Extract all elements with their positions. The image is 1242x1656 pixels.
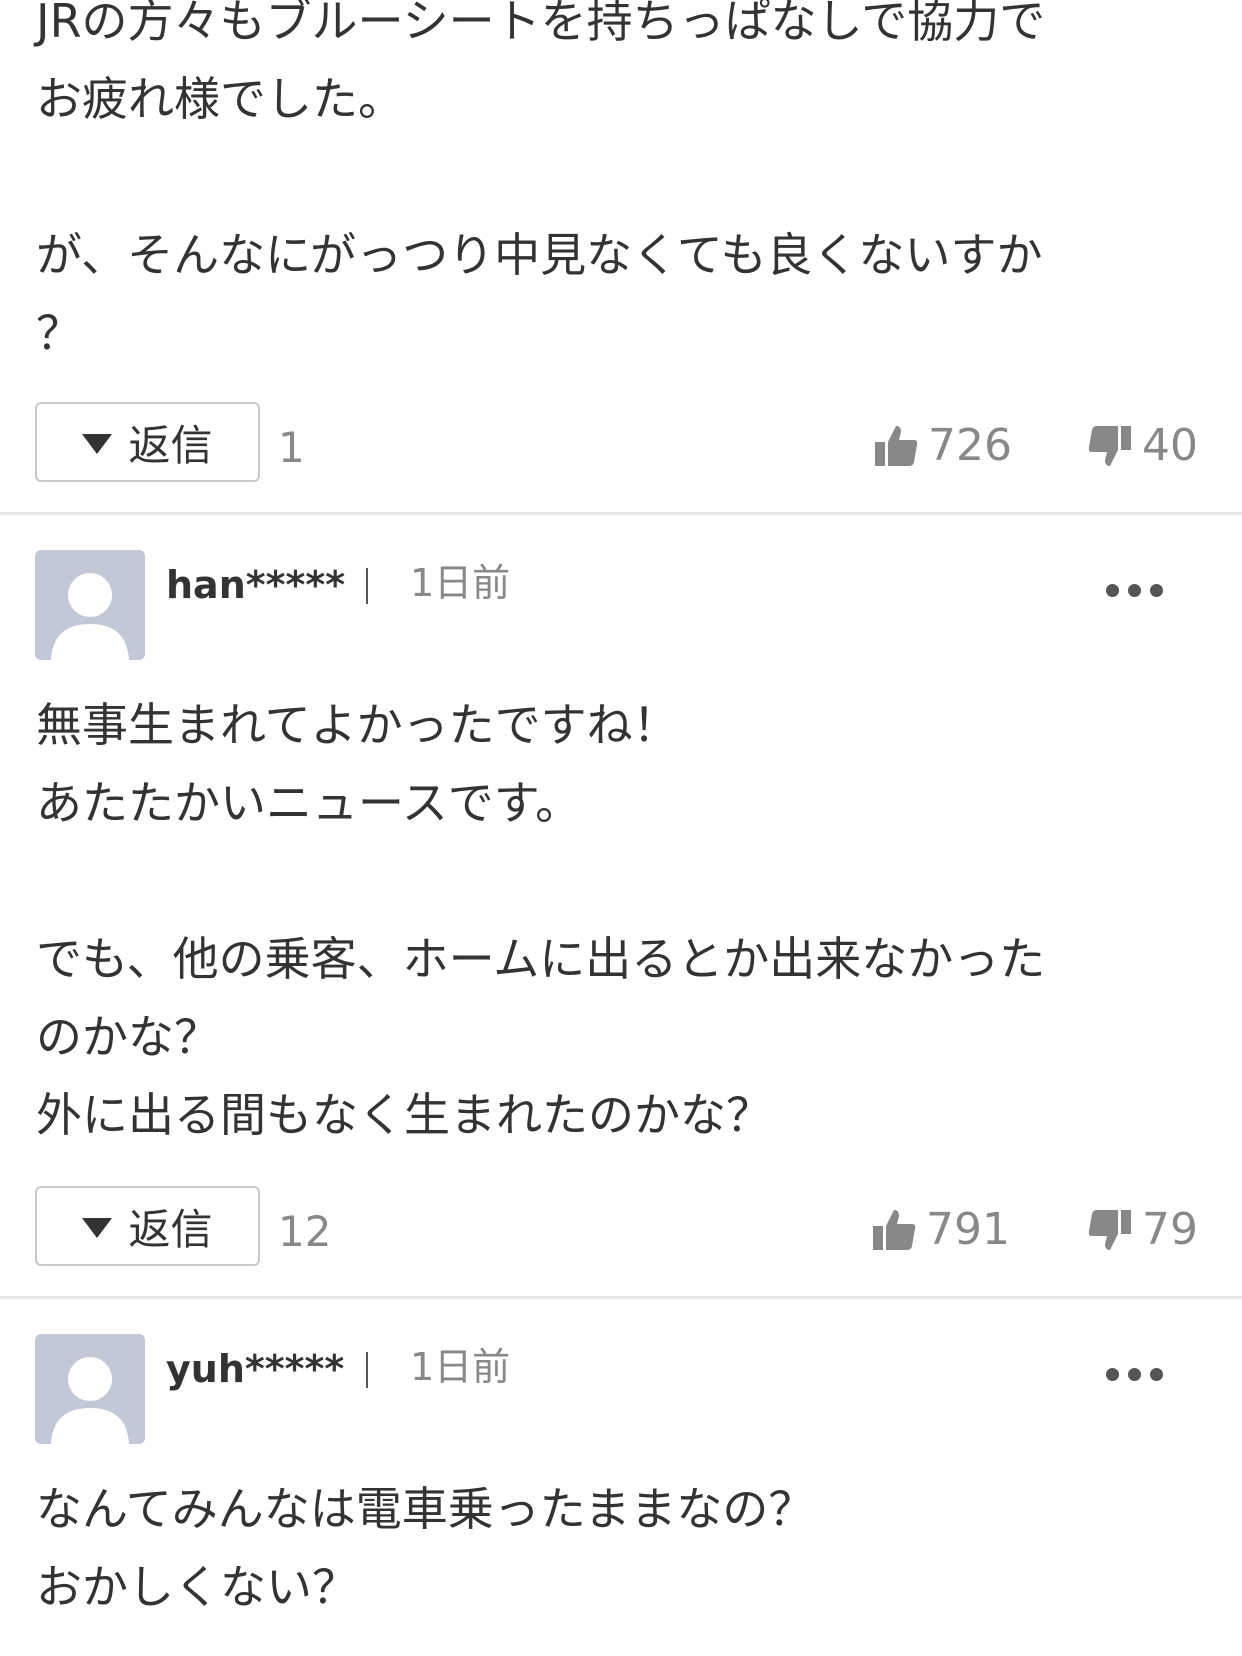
dislike-button[interactable]: 40 [1086, 406, 1198, 486]
reply-count: 1 [278, 423, 305, 472]
reply-label: 返信 [128, 1204, 213, 1254]
comment-body: なんてみんなは電車乗ったままなの？ おかしくない？ [36, 1482, 815, 1614]
username[interactable]: han***** [166, 560, 345, 610]
dislike-count: 40 [1142, 420, 1198, 471]
triangle-down-icon [82, 1218, 113, 1238]
reply-label: 返信 [128, 420, 213, 470]
timestamp: 1日前 [410, 561, 511, 605]
reply-toggle-button[interactable]: 返信 [35, 1186, 260, 1266]
reply-toggle-button[interactable]: 返信 [35, 402, 260, 482]
thumbs-down-icon [1088, 1210, 1131, 1250]
thumbs-down-icon [1088, 426, 1131, 466]
more-options-icon[interactable] [1106, 1360, 1163, 1389]
timestamp: 1日前 [410, 1345, 511, 1389]
default-avatar-icon[interactable] [35, 550, 145, 660]
separator [366, 1352, 368, 1388]
thumbs-up-icon [873, 1210, 916, 1250]
dislike-count: 79 [1142, 1204, 1198, 1255]
divider [0, 1296, 1242, 1299]
triangle-down-icon [82, 434, 113, 454]
like-button[interactable]: 791 [870, 1190, 1010, 1270]
like-count: 726 [928, 420, 1012, 471]
default-avatar-icon[interactable] [35, 1334, 145, 1444]
divider [0, 512, 1242, 515]
like-count: 791 [926, 1204, 1010, 1255]
like-button[interactable]: 726 [872, 406, 1012, 486]
separator [366, 568, 368, 604]
comment-body: JRの方々もブルーシートを持ちっぱなしで協力で お疲れ様でした。 が、そんなにが… [36, 0, 1046, 360]
more-options-icon[interactable] [1106, 576, 1163, 605]
username[interactable]: yuh***** [166, 1344, 344, 1394]
comment-body: 無事生まれてよかったですね！ あたたかいニュースです。 でも、他の乗客、ホームに… [36, 698, 1046, 1142]
reply-count: 12 [278, 1207, 332, 1256]
dislike-button[interactable]: 79 [1086, 1190, 1198, 1270]
thumbs-up-icon [875, 426, 918, 466]
